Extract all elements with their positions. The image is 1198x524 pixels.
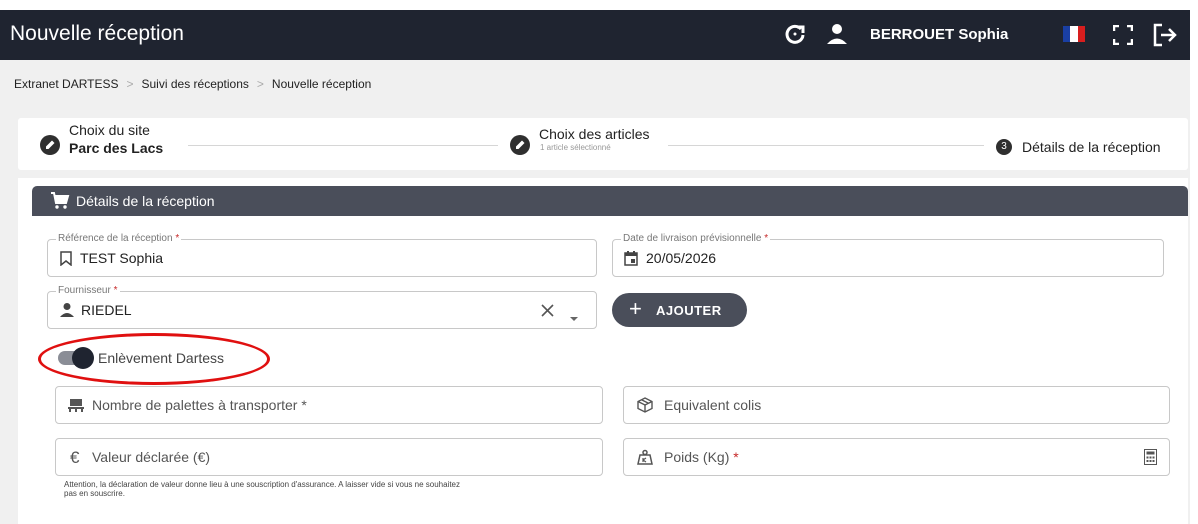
user-icon[interactable]	[826, 23, 848, 50]
add-supplier-button[interactable]: + AJOUTER	[612, 293, 747, 327]
breadcrumb-item[interactable]: Suivi des réceptions	[142, 77, 249, 91]
chevron-right-icon: >	[256, 77, 264, 91]
page-title: Nouvelle réception	[10, 22, 184, 45]
chevron-down-icon[interactable]	[569, 309, 579, 327]
right-margin	[1190, 0, 1198, 524]
insurance-help-text: Attention, la déclaration de valeur donn…	[64, 480, 460, 498]
weight-icon	[637, 449, 653, 470]
french-flag-icon[interactable]	[1063, 26, 1085, 47]
pallets-placeholder: Nombre de palettes à transporter *	[92, 397, 307, 413]
breadcrumb-item: Nouvelle réception	[271, 77, 372, 91]
calendar-icon	[624, 250, 638, 271]
card-header: Détails de la réception	[32, 186, 1188, 216]
stepper: Choix du site Parc des Lacs Choix des ar…	[18, 118, 1188, 170]
clear-icon[interactable]	[541, 304, 554, 322]
declared-value-field[interactable]: € Valeur déclarée (€)	[55, 438, 603, 476]
breadcrumb-item[interactable]: Extranet DARTESS	[14, 77, 118, 91]
reference-field[interactable]: Référence de la réception * TEST Sophia	[47, 233, 597, 277]
top-margin	[0, 0, 1198, 10]
step-title: Détails de la réception	[1022, 139, 1161, 155]
parcels-placeholder: Equivalent colis	[664, 397, 762, 413]
logout-icon[interactable]	[1152, 23, 1178, 52]
breadcrumb: Extranet DARTESS > Suivi des réceptions > No…	[14, 77, 371, 91]
refresh-icon[interactable]	[784, 23, 806, 50]
step-title: Choix des articles	[539, 126, 650, 142]
bookmark-icon	[60, 251, 72, 271]
step-divider	[188, 145, 498, 146]
chevron-right-icon: >	[126, 77, 134, 91]
parcels-field[interactable]: Equivalent colis	[623, 386, 1170, 424]
step-title: Choix du site	[69, 122, 150, 138]
euro-icon: €	[70, 448, 80, 467]
field-label: Date de livraison prévisionnelle *	[621, 233, 771, 244]
pallet-icon	[68, 397, 84, 418]
fullscreen-icon[interactable]	[1112, 24, 1134, 50]
step-number: 3	[996, 139, 1012, 155]
package-icon	[637, 397, 653, 418]
field-label: Fournisseur *	[56, 285, 120, 296]
supplier-field[interactable]: Fournisseur * RIEDEL	[47, 285, 597, 329]
reference-value: TEST Sophia	[80, 250, 164, 266]
calculator-icon[interactable]	[1144, 449, 1157, 470]
app-window: Nouvelle réception BERROUET Sophia Extra…	[0, 0, 1198, 524]
annotation-highlight-ellipse	[38, 333, 270, 385]
top-bar: Nouvelle réception BERROUET Sophia	[0, 10, 1190, 60]
user-icon	[59, 302, 75, 323]
pallets-field[interactable]: Nombre de palettes à transporter *	[55, 386, 603, 424]
weight-field[interactable]: Poids (Kg) *	[623, 438, 1170, 476]
edit-icon	[510, 135, 530, 155]
delivery-date-field[interactable]: Date de livraison prévisionnelle * 20/05…	[612, 233, 1164, 277]
declared-value-placeholder: Valeur déclarée (€)	[92, 449, 211, 465]
step-divider	[668, 145, 984, 146]
card-title: Détails de la réception	[76, 193, 215, 209]
weight-placeholder: Poids (Kg) *	[664, 449, 739, 465]
field-label: Référence de la réception *	[56, 233, 182, 244]
supplier-value: RIEDEL	[81, 302, 132, 318]
plus-icon: +	[629, 296, 642, 321]
step-value: Parc des Lacs	[69, 140, 164, 156]
step-subtitle: 1 article sélectionné	[540, 143, 611, 152]
add-button-label: AJOUTER	[656, 303, 722, 318]
edit-icon	[40, 135, 60, 155]
cart-icon	[50, 192, 70, 215]
user-name[interactable]: BERROUET Sophia	[870, 26, 1008, 43]
delivery-date-value: 20/05/2026	[646, 250, 717, 266]
